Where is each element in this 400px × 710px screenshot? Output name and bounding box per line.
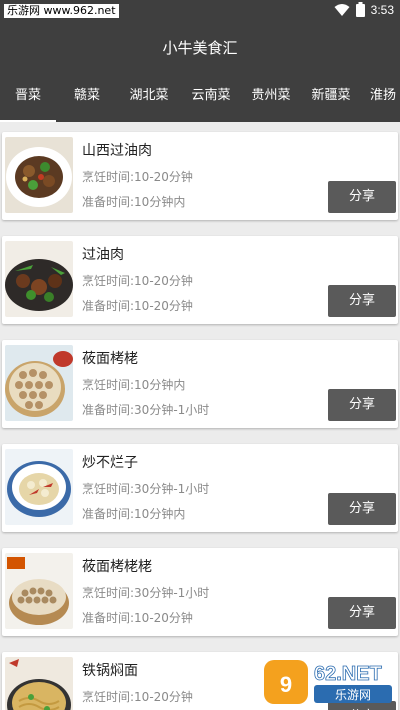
- recipe-title: 铁锅焖面: [82, 663, 138, 679]
- recipe-prep-time: 准备时间:10-20分钟: [82, 611, 193, 625]
- tab-xinjiang-cuisine[interactable]: 新疆菜: [300, 70, 362, 122]
- app-title: 小牛美食汇: [162, 38, 238, 57]
- status-icons: 3:53: [334, 2, 394, 17]
- recipe-cook-time: 烹饪时间:10-20分钟: [82, 274, 193, 288]
- recipe-prep-time: 准备时间:10-20分钟: [82, 299, 193, 313]
- tab-yunnan-cuisine[interactable]: 云南菜: [180, 70, 242, 122]
- tab-hubei-cuisine[interactable]: 湖北菜: [118, 70, 180, 122]
- recipe-card[interactable]: 山西过油肉 烹饪时间:10-20分钟 准备时间:10分钟内 分享: [2, 132, 398, 220]
- dish-meat-icon: [5, 241, 73, 317]
- status-time: 3:53: [370, 2, 394, 17]
- recipe-list[interactable]: 山西过油肉 烹饪时间:10-20分钟 准备时间:10分钟内 分享 过油肉 烹饪时…: [0, 122, 400, 710]
- battery-icon: [355, 2, 365, 17]
- tab-gan-cuisine[interactable]: 赣菜: [58, 70, 116, 122]
- svg-text:乐游网: 乐游网: [335, 688, 371, 702]
- tab-jin-cuisine[interactable]: 晋菜: [0, 70, 56, 122]
- dish-steamer-icon: [5, 345, 73, 421]
- recipe-prep-time: 准备时间:10分钟内: [82, 195, 186, 209]
- share-button[interactable]: 分享: [328, 597, 396, 629]
- share-button[interactable]: 分享: [328, 389, 396, 421]
- recipe-card[interactable]: 炒不烂子 烹饪时间:30分钟-1小时 准备时间:10分钟内 分享: [2, 444, 398, 532]
- share-button[interactable]: 分享: [328, 493, 396, 525]
- recipe-prep-time: 准备时间:30分钟-1小时: [82, 403, 210, 417]
- recipe-card[interactable]: 莜面栲栳 烹饪时间:10分钟内 准备时间:30分钟-1小时 分享: [2, 340, 398, 428]
- recipe-title: 山西过油肉: [82, 143, 152, 159]
- status-bar: 乐游网 www.962.net 3:53: [0, 0, 400, 24]
- svg-text:9: 9: [280, 672, 292, 697]
- recipe-cook-time: 烹饪时间:10-20分钟: [82, 690, 193, 704]
- recipe-cook-time: 烹饪时间:10分钟内: [82, 378, 186, 392]
- recipe-cook-time: 烹饪时间:10-20分钟: [82, 170, 193, 184]
- recipe-prep-time: 准备时间:10分钟内: [82, 507, 186, 521]
- recipe-card[interactable]: 莜面栲栳栳 烹饪时间:30分钟-1小时 准备时间:10-20分钟 分享: [2, 548, 398, 636]
- recipe-title: 过油肉: [82, 247, 124, 263]
- category-tab-bar: 晋菜 赣菜 湖北菜 云南菜 贵州菜 新疆菜 淮扬: [0, 70, 400, 122]
- recipe-cook-time: 烹饪时间:30分钟-1小时: [82, 586, 210, 600]
- watermark-top: 乐游网 www.962.net: [4, 4, 119, 18]
- recipe-card[interactable]: 过油肉 烹饪时间:10-20分钟 准备时间:10-20分钟 分享: [2, 236, 398, 324]
- recipe-title: 莜面栲栳: [82, 351, 138, 367]
- dish-bowl-icon: [5, 449, 73, 525]
- dish-steamer-icon: [5, 553, 73, 629]
- share-button[interactable]: 分享: [328, 181, 396, 213]
- app-bar: 小牛美食汇: [0, 24, 400, 70]
- recipe-cook-time: 烹饪时间:30分钟-1小时: [82, 482, 210, 496]
- tab-guizhou-cuisine[interactable]: 贵州菜: [240, 70, 302, 122]
- dish-noodle-icon: [5, 657, 73, 710]
- share-button[interactable]: 分享: [328, 285, 396, 317]
- wifi-icon: [334, 3, 350, 16]
- dish-stirfry-icon: [5, 137, 73, 213]
- recipe-title: 炒不烂子: [82, 455, 138, 471]
- watermark-logo: 9 62.NET 乐游网: [264, 658, 396, 706]
- recipe-title: 莜面栲栳栳: [82, 559, 152, 575]
- svg-text:62.NET: 62.NET: [314, 663, 382, 685]
- tab-huaiyang-cuisine[interactable]: 淮扬: [370, 70, 400, 122]
